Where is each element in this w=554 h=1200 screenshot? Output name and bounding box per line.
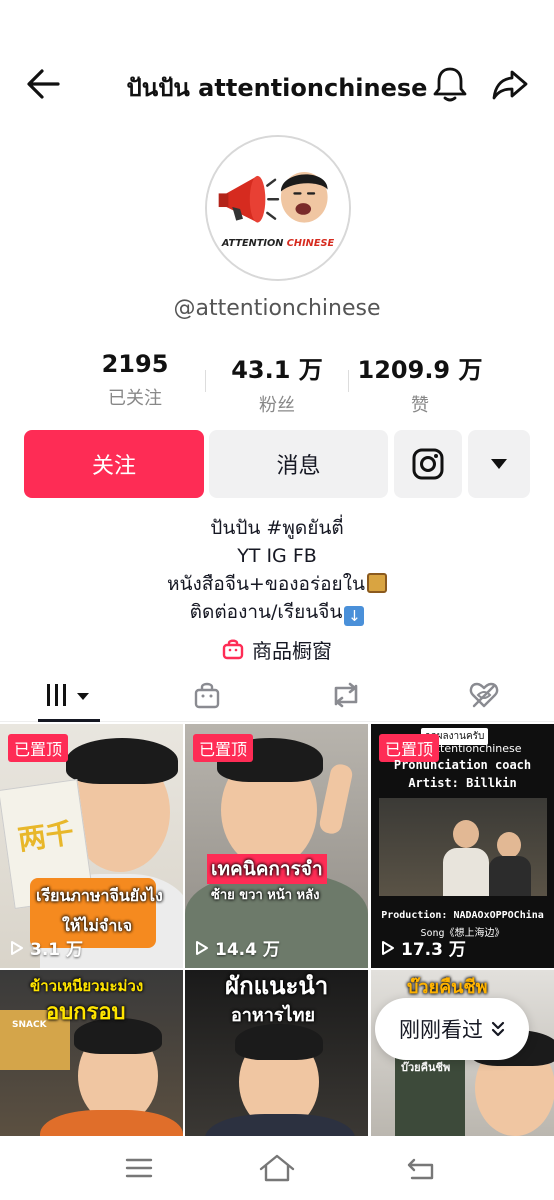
video-caption: เทคนิคการจำ <box>207 854 327 884</box>
tab-liked[interactable] <box>415 668 553 722</box>
tab-shop[interactable] <box>138 668 276 722</box>
video-thumbnail[interactable]: ากผลงานครับ attentionchinese 已置顶 Pronunc… <box>371 724 554 968</box>
video-caption: Production: NADAOxOPPOChina <box>381 910 544 921</box>
shop-showcase-link[interactable]: 商品橱窗 <box>0 634 554 664</box>
bio-text: ติดต่องาน/เรียนจีน <box>189 601 343 623</box>
play-icon <box>11 940 23 955</box>
basket-emoji-icon <box>366 573 387 593</box>
view-count: 3.1 万 <box>10 935 83 960</box>
shopping-bag-icon <box>222 639 244 660</box>
video-caption: ซ้าย ขวา หน้า หลัง <box>211 888 320 903</box>
video-grid: 两千 已置顶 เรียนภาษาจีนยังไง ให้ไม่จำเจ 3.1 … <box>0 724 554 1136</box>
down-arrow-emoji-icon: ↓ <box>344 606 365 626</box>
book-title: 两千 <box>15 816 76 857</box>
package-text: บ๊วยคืนชีพ <box>401 1061 451 1074</box>
bio-line: หนังสือจีน+ของอร่อยใน <box>0 570 554 598</box>
chevron-down-icon <box>491 459 507 469</box>
video-caption: Pronunciation coach <box>393 758 532 772</box>
video-thumbnail[interactable]: ผักแนะนำ อาหารไทย <box>185 970 368 1136</box>
stat-label: 粉丝 <box>259 395 295 416</box>
stat-followers[interactable]: 43.1 万 粉丝 <box>202 350 352 417</box>
play-icon <box>196 940 208 955</box>
bell-icon[interactable] <box>430 64 470 104</box>
bio: ปันปัน #พูดยันตี่ YT IG FB หนังสือจีน+ขอ… <box>0 514 554 626</box>
view-count: 17.3 万 <box>381 935 466 960</box>
video-caption: อาหารไทย <box>231 1005 316 1026</box>
person-hair <box>66 738 178 784</box>
play-icon <box>382 940 394 955</box>
instagram-button[interactable] <box>394 430 462 498</box>
bio-text: หนังสือจีน+ของอร่อยใน <box>167 573 365 595</box>
follow-button[interactable]: 关注 <box>24 430 204 498</box>
pinned-badge: 已置顶 <box>8 734 69 762</box>
stat-value: 2195 <box>101 350 169 378</box>
stat-label: 已关注 <box>108 388 162 409</box>
video-caption: บ๊วยคืนชีพ <box>407 977 488 998</box>
stat-value: 1209.9 万 <box>357 356 483 384</box>
view-count-text: 17.3 万 <box>401 940 466 960</box>
bag-icon <box>194 682 220 709</box>
bio-line: YT IG FB <box>237 545 317 567</box>
menu-icon[interactable] <box>119 1152 159 1184</box>
stat-likes[interactable]: 1209.9 万 赞 <box>345 350 495 417</box>
store-sign: SNACK <box>12 1020 47 1030</box>
stat-following[interactable]: 2195 已关注 <box>60 350 210 410</box>
video-caption: Artist: Billkin <box>408 776 517 790</box>
top-bar: ปันปัน attentionchinese <box>0 50 554 116</box>
message-button[interactable]: 消息 <box>209 430 388 498</box>
profile-actions: 关注 消息 <box>0 430 554 498</box>
shop-label: 商品橱窗 <box>252 638 332 663</box>
stat-label: 赞 <box>411 395 429 416</box>
content-tabs <box>0 668 554 722</box>
view-count-text: 3.1 万 <box>30 940 84 960</box>
back-icon[interactable] <box>402 1152 442 1184</box>
bio-line: ติดต่องาน/เรียนจีน ↓ <box>0 598 554 626</box>
video-thumbnail[interactable]: SNACK ข้าวเหนียวมะม่วง อบกรอบ <box>0 970 183 1136</box>
heart-hidden-icon <box>469 682 499 708</box>
username-handle: @attentionchinese <box>173 296 381 321</box>
video-thumbnail[interactable]: 两千 已置顶 เรียนภาษาจีนยังไง ให้ไม่จำเจ 3.1 … <box>0 724 183 968</box>
tag-label: attentionchinese <box>429 742 522 755</box>
instagram-icon <box>412 448 444 480</box>
recently-viewed-label: 刚刚看过 <box>399 1018 483 1042</box>
pinned-badge: 已置顶 <box>193 734 254 762</box>
bio-line: ปันปัน #พูดยันตี่ <box>210 517 344 539</box>
video-caption: อบกรอบ <box>46 1000 126 1025</box>
repost-icon <box>334 682 358 708</box>
active-tab-indicator <box>38 719 100 722</box>
profile-stats: 2195 已关注 43.1 万 粉丝 1209.9 万 赞 <box>0 350 554 417</box>
video-scene <box>379 798 547 896</box>
recently-viewed-button[interactable]: 刚刚看过 <box>375 998 529 1060</box>
product-package: บ๊วยคืนชีพ <box>395 1050 465 1136</box>
double-chevron-down-icon <box>491 1021 505 1037</box>
svg-text:ATTENTION CHINESE: ATTENTION CHINESE <box>221 238 335 249</box>
more-options-button[interactable] <box>468 430 530 498</box>
person-hair <box>235 1024 323 1060</box>
avatar[interactable]: ATTENTION CHINESE <box>205 135 351 281</box>
video-thumbnail[interactable]: 已置顶 เทคนิคการจำ ซ้าย ขวา หน้า หลัง 14.4 … <box>185 724 368 968</box>
stat-value: 43.1 万 <box>231 356 323 384</box>
grid-icon <box>47 684 89 706</box>
tab-videos[interactable] <box>0 668 138 722</box>
view-count-text: 14.4 万 <box>215 940 280 960</box>
video-caption: เรียนภาษาจีนยังไง <box>36 886 163 905</box>
view-count: 14.4 万 <box>195 935 280 960</box>
share-icon[interactable] <box>490 64 530 104</box>
page-title: ปันปัน attentionchinese <box>126 74 428 102</box>
tab-reposts[interactable] <box>277 668 415 722</box>
home-icon[interactable] <box>257 1152 297 1184</box>
system-nav-bar <box>0 1136 554 1200</box>
